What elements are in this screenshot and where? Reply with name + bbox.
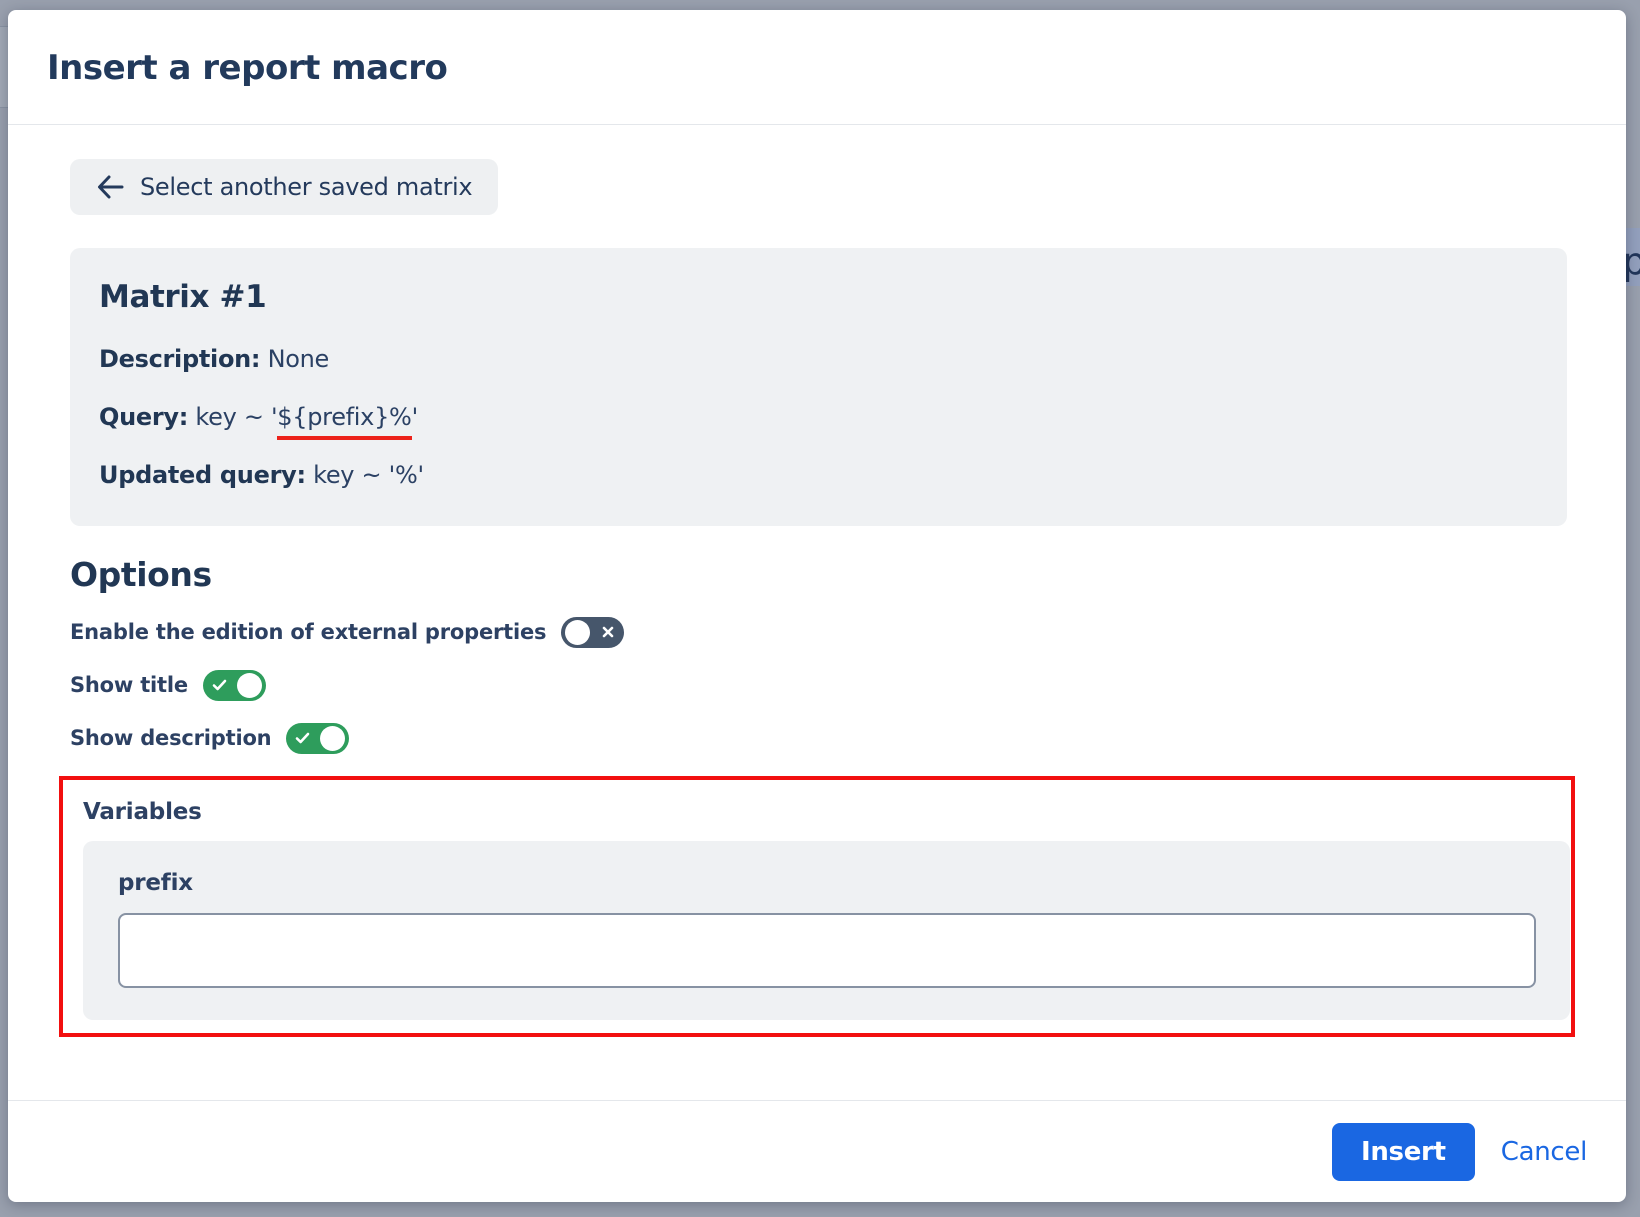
options-heading: Options [70, 554, 1575, 596]
prefix-input[interactable] [118, 913, 1536, 988]
query-label: Query: [99, 403, 188, 431]
external-properties-toggle[interactable] [561, 617, 624, 648]
toggle-knob [565, 620, 590, 645]
updated-query-label: Updated query: [99, 461, 306, 489]
check-icon [212, 670, 227, 701]
dialog-footer: Insert Cancel [8, 1100, 1626, 1202]
clipped-background-text: p [1626, 240, 1640, 283]
option-row-show-description: Show description [70, 721, 1575, 755]
variables-panel: prefix [83, 841, 1570, 1020]
dialog-body: Select another saved matrix Matrix #1 De… [8, 125, 1626, 1100]
updated-query-value: key ~ '%' [313, 461, 424, 489]
external-properties-label: Enable the edition of external propertie… [70, 620, 546, 644]
option-row-show-title: Show title [70, 668, 1575, 702]
matrix-summary-panel: Matrix #1 Description: None Query: key ~… [70, 248, 1567, 526]
query-value: key ~ '${prefix}%' [195, 403, 417, 440]
matrix-title: Matrix #1 [99, 278, 1536, 316]
background-page-edge: p [1626, 0, 1640, 1217]
dialog-header: Insert a report macro [8, 10, 1626, 90]
description-label: Description: [99, 345, 260, 373]
matrix-query-line: Query: key ~ '${prefix}%' [99, 402, 1536, 432]
matrix-description-line: Description: None [99, 344, 1536, 374]
arrow-left-icon [96, 174, 124, 200]
show-description-label: Show description [70, 726, 271, 750]
dialog-title: Insert a report macro [47, 46, 1586, 90]
description-value: None [268, 345, 329, 373]
insert-button[interactable]: Insert [1332, 1123, 1475, 1181]
variables-highlight-box: Variables prefix [59, 776, 1575, 1037]
cross-icon [601, 617, 615, 648]
option-row-external-properties: Enable the edition of external propertie… [70, 615, 1575, 649]
background-page-edge [0, 26, 8, 108]
show-description-toggle[interactable] [286, 723, 349, 754]
cancel-link[interactable]: Cancel [1501, 1137, 1587, 1167]
back-button-label: Select another saved matrix [140, 173, 472, 201]
variables-heading: Variables [83, 797, 1563, 827]
query-variable-highlight: ${prefix}% [277, 403, 411, 440]
toggle-knob [237, 673, 262, 698]
show-title-label: Show title [70, 673, 188, 697]
insert-report-macro-dialog: Insert a report macro Select another sav… [8, 10, 1626, 1202]
check-icon [295, 723, 310, 754]
toggle-knob [320, 726, 345, 751]
prefix-field-label: prefix [118, 868, 1536, 898]
show-title-toggle[interactable] [203, 670, 266, 701]
matrix-updated-query-line: Updated query: key ~ '%' [99, 460, 1536, 490]
select-another-saved-matrix-button[interactable]: Select another saved matrix [70, 159, 498, 215]
